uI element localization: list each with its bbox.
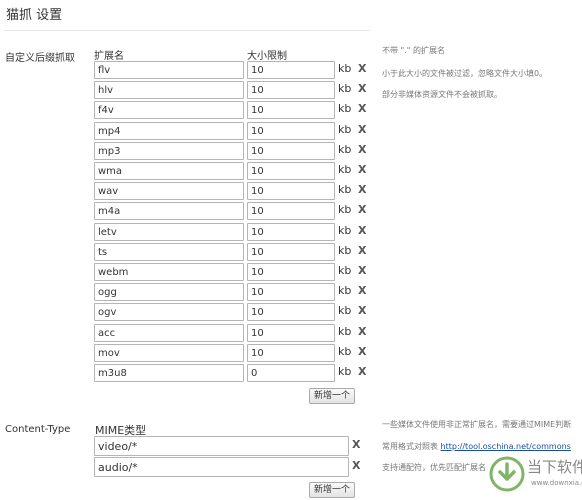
hint-mime: 一些媒体文件使用非正常扩展名，需要通过MIME判断 xyxy=(382,420,572,429)
size-unit-label: kb xyxy=(338,284,352,297)
size-limit-input[interactable] xyxy=(247,283,335,301)
delete-suffix-button[interactable]: X xyxy=(358,365,366,378)
delete-suffix-button[interactable]: X xyxy=(358,183,366,196)
size-limit-input[interactable] xyxy=(247,122,335,140)
extension-input[interactable] xyxy=(94,344,244,362)
watermark: 当下软件园 www.downxia.com xyxy=(487,454,582,498)
size-unit-label: kb xyxy=(338,163,352,176)
size-limit-input[interactable] xyxy=(247,303,335,321)
size-limit-input[interactable] xyxy=(247,61,335,79)
mime-input[interactable] xyxy=(94,457,349,477)
hint-nonmedia: 部分非媒体资源文件不会被抓取。 xyxy=(382,90,502,99)
extension-input[interactable] xyxy=(94,223,244,241)
size-limit-input[interactable] xyxy=(247,182,335,200)
size-unit-label: kb xyxy=(338,203,352,216)
add-suffix-button[interactable]: 新增一个 xyxy=(309,388,355,404)
delete-mime-button[interactable]: X xyxy=(352,438,360,451)
suffix-section-label: 自定义后缀抓取 xyxy=(5,53,75,64)
delete-suffix-button[interactable]: X xyxy=(358,284,366,297)
watermark-text: 当下软件园 xyxy=(527,458,582,476)
size-unit-label: kb xyxy=(338,62,352,75)
delete-suffix-button[interactable]: X xyxy=(358,264,366,277)
delete-suffix-button[interactable]: X xyxy=(358,163,366,176)
size-limit-input[interactable] xyxy=(247,202,335,220)
watermark-url: www.downxia.com xyxy=(531,479,582,487)
mime-input[interactable] xyxy=(94,436,349,456)
hint-reference-label: 常用格式对照表 xyxy=(382,442,438,451)
size-unit-label: kb xyxy=(338,345,352,358)
size-unit-label: kb xyxy=(338,365,352,378)
size-unit-label: kb xyxy=(338,123,352,136)
delete-mime-button[interactable]: X xyxy=(352,459,360,472)
extension-input[interactable] xyxy=(94,101,244,119)
delete-suffix-button[interactable]: X xyxy=(358,244,366,257)
size-limit-input[interactable] xyxy=(247,364,335,382)
size-unit-label: kb xyxy=(338,244,352,257)
size-limit-input[interactable] xyxy=(247,263,335,281)
delete-suffix-button[interactable]: X xyxy=(358,325,366,338)
delete-suffix-button[interactable]: X xyxy=(358,224,366,237)
mime-section-label: Content-Type xyxy=(5,424,71,435)
size-unit-label: kb xyxy=(338,82,352,95)
extension-column-header: 扩展名 xyxy=(94,51,124,62)
delete-suffix-button[interactable]: X xyxy=(358,123,366,136)
size-limit-input[interactable] xyxy=(247,243,335,261)
delete-suffix-button[interactable]: X xyxy=(358,345,366,358)
page-title: 猫抓 设置 xyxy=(6,8,63,23)
delete-suffix-button[interactable]: X xyxy=(358,143,366,156)
size-limit-column-header: 大小限制 xyxy=(247,51,287,62)
size-unit-label: kb xyxy=(338,264,352,277)
title-divider xyxy=(4,30,370,31)
delete-suffix-button[interactable]: X xyxy=(358,304,366,317)
extension-input[interactable] xyxy=(94,142,244,160)
size-unit-label: kb xyxy=(338,325,352,338)
extension-input[interactable] xyxy=(94,122,244,140)
extension-input[interactable] xyxy=(94,324,244,342)
size-unit-label: kb xyxy=(338,304,352,317)
extension-input[interactable] xyxy=(94,243,244,261)
add-mime-button[interactable]: 新增一个 xyxy=(309,482,355,498)
extension-input[interactable] xyxy=(94,263,244,281)
delete-suffix-button[interactable]: X xyxy=(358,203,366,216)
size-unit-label: kb xyxy=(338,183,352,196)
hint-extension: 不带 "." 的扩展名 xyxy=(382,46,445,55)
extension-input[interactable] xyxy=(94,364,244,382)
size-limit-input[interactable] xyxy=(247,142,335,160)
delete-suffix-button[interactable]: X xyxy=(358,62,366,75)
size-limit-input[interactable] xyxy=(247,81,335,99)
size-unit-label: kb xyxy=(338,102,352,115)
delete-suffix-button[interactable]: X xyxy=(358,82,366,95)
delete-suffix-button[interactable]: X xyxy=(358,102,366,115)
extension-input[interactable] xyxy=(94,81,244,99)
extension-input[interactable] xyxy=(94,303,244,321)
size-unit-label: kb xyxy=(338,143,352,156)
size-unit-label: kb xyxy=(338,224,352,237)
size-limit-input[interactable] xyxy=(247,223,335,241)
extension-input[interactable] xyxy=(94,162,244,180)
extension-input[interactable] xyxy=(94,283,244,301)
hint-size: 小于此大小的文件被过滤，忽略文件大小填0。 xyxy=(382,69,548,78)
size-limit-input[interactable] xyxy=(247,101,335,119)
extension-input[interactable] xyxy=(94,182,244,200)
hint-wildcard: 支持通配符，优先匹配扩展名 xyxy=(382,463,486,472)
size-limit-input[interactable] xyxy=(247,324,335,342)
extension-input[interactable] xyxy=(94,202,244,220)
download-logo-icon xyxy=(489,456,525,492)
extension-input[interactable] xyxy=(94,61,244,79)
reference-link[interactable]: http://tool.oschina.net/commons xyxy=(441,442,571,451)
size-limit-input[interactable] xyxy=(247,162,335,180)
hint-reference: 常用格式对照表 http://tool.oschina.net/commons xyxy=(382,441,571,452)
size-limit-input[interactable] xyxy=(247,344,335,362)
